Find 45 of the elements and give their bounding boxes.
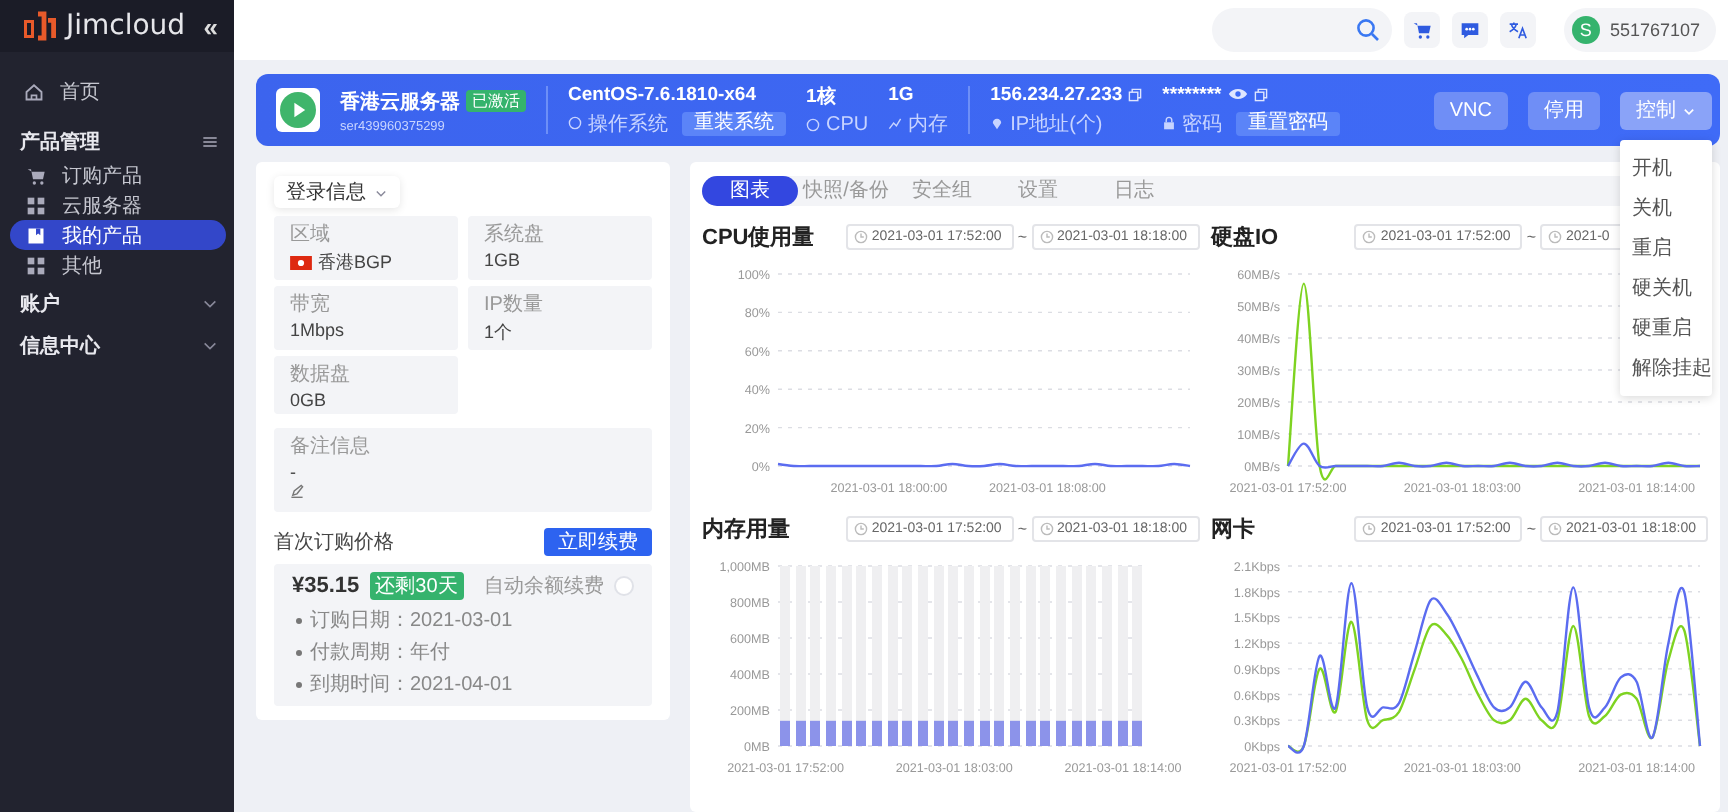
chart-title: 内存用量 xyxy=(702,515,790,543)
field-value: 香港BGP xyxy=(318,250,393,276)
range-separator: ~ xyxy=(1017,227,1027,245)
status-badge: 已激活 xyxy=(466,90,526,112)
nav-group-label: 产品管理 xyxy=(20,129,100,156)
os-label: 操作系统 xyxy=(588,111,668,137)
field-label: IP数量 xyxy=(484,292,545,318)
section-title: 首次订购价格 xyxy=(274,529,394,556)
range-separator: ~ xyxy=(1017,519,1027,537)
field-value: 1Mbps xyxy=(290,320,345,340)
spec-label: CPU xyxy=(826,114,869,136)
field-value: - xyxy=(290,462,298,482)
field-value: 0GB xyxy=(290,390,327,410)
field-label: 数据盘 xyxy=(290,362,352,388)
nav-group-label: 账户 xyxy=(20,290,60,318)
range-separator: ~ xyxy=(1526,519,1536,537)
spec-value: 1G xyxy=(888,83,916,105)
ip-value: 156.234.27.233 xyxy=(990,83,1123,105)
server-name: 香港云服务器 xyxy=(340,89,460,115)
chart-title: 硬盘IO xyxy=(1211,223,1279,251)
price: ¥35.15 xyxy=(292,574,360,598)
field-label: 带宽 xyxy=(290,291,332,318)
field-label: 备注信息 xyxy=(290,433,372,460)
detail-item: 到期时间：2021-04-01 xyxy=(310,671,513,698)
spec-value: 1核 xyxy=(806,84,839,110)
days-left-badge: 还剩30天 xyxy=(369,572,464,600)
nav-label: 首页 xyxy=(60,79,100,105)
chart-title: 网卡 xyxy=(1211,515,1255,543)
range-separator: ~ xyxy=(1526,227,1536,245)
detail-item: 付款周期：年付 xyxy=(310,639,450,666)
password-label: 密码 xyxy=(1182,111,1223,137)
logo-text: Jimcloud xyxy=(66,10,186,42)
field-value: 1GB xyxy=(484,250,521,270)
field-label: 系统盘 xyxy=(484,221,546,248)
chart-title: CPU使用量 xyxy=(702,223,815,251)
avatar: S xyxy=(1571,16,1600,44)
os-value: CentOS-7.6.1810-x64 xyxy=(568,83,758,105)
nav-group-label: 信息中心 xyxy=(20,332,100,360)
detail-item: 订购日期：2021-03-01 xyxy=(310,607,513,634)
spec-label: 内存 xyxy=(908,111,949,137)
ip-label: IP地址(个) xyxy=(1010,111,1103,137)
toggle-label: 自动余额续费 xyxy=(483,573,604,600)
password-value: ******** xyxy=(1162,83,1222,105)
field-label: 区域 xyxy=(290,221,332,248)
field-value: 1个 xyxy=(484,320,513,346)
